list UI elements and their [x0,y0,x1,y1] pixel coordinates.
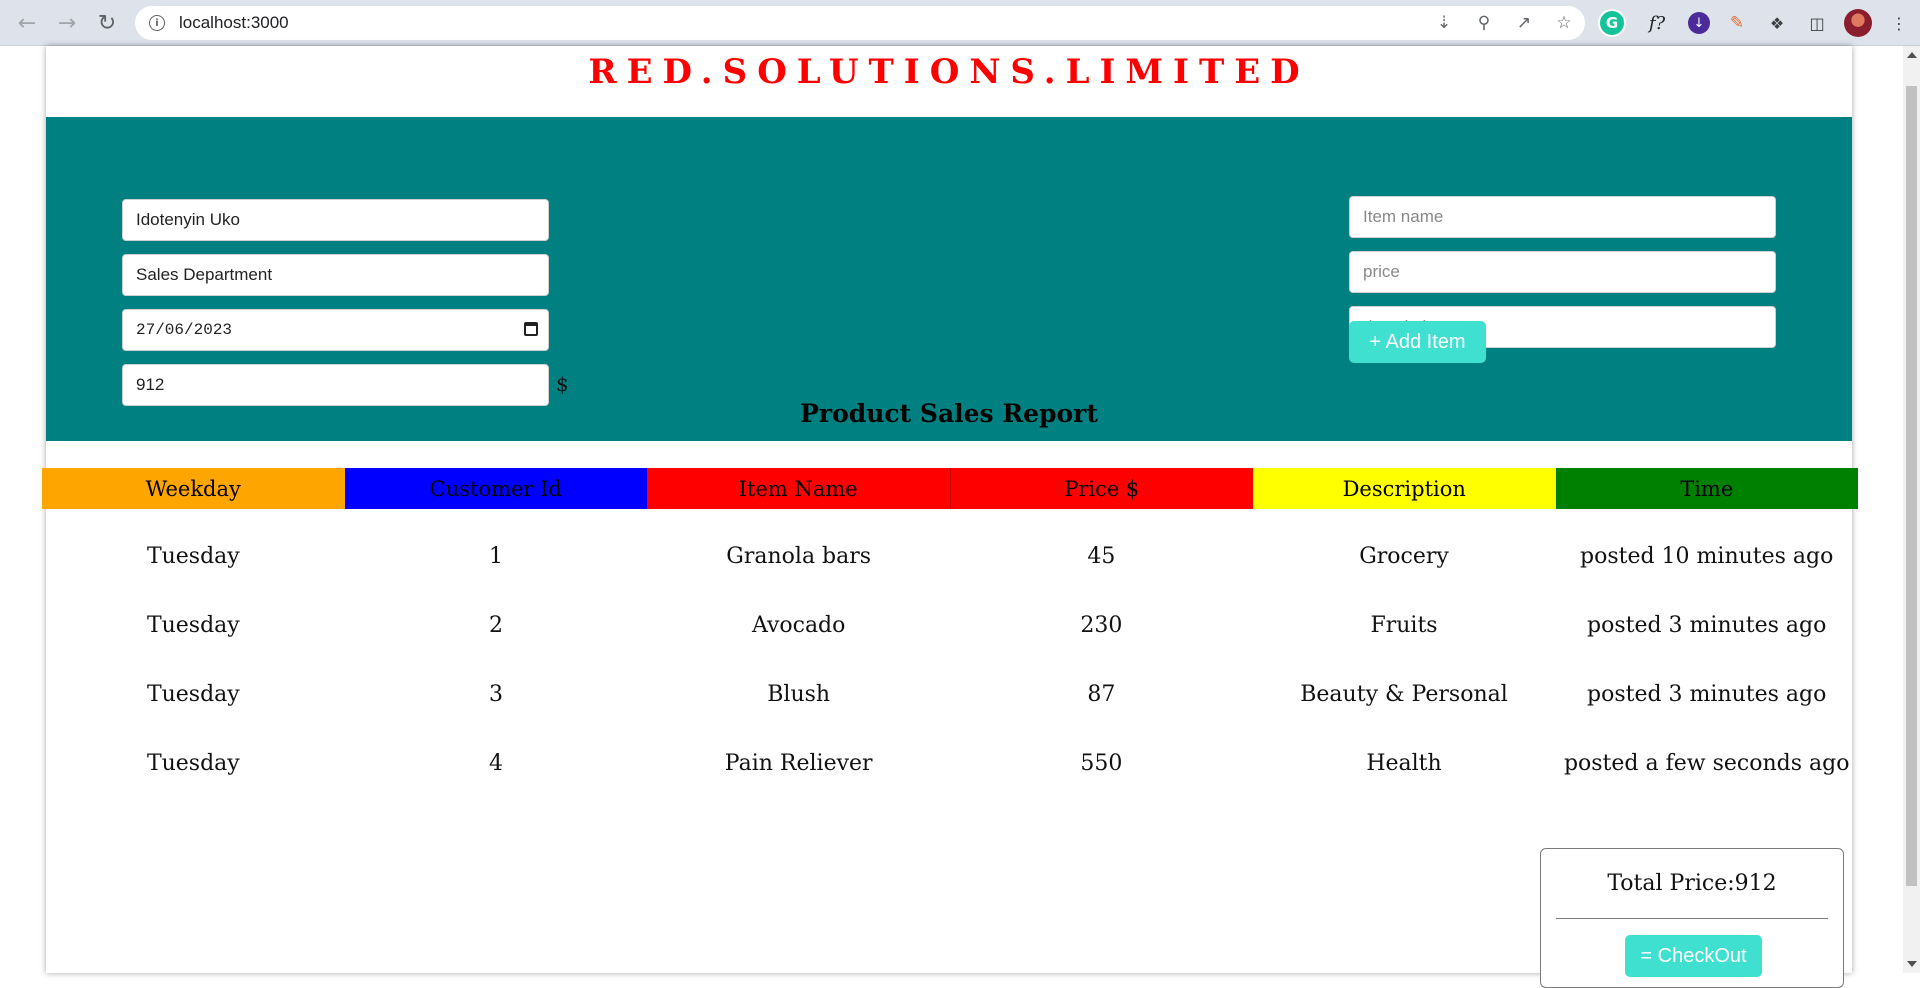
puzzle-icon[interactable]: ❖ [1764,10,1790,36]
calendar-icon[interactable] [524,322,538,336]
side-panel-icon[interactable]: ◫ [1804,10,1830,36]
scrollbar-thumb[interactable] [1906,86,1917,886]
report-title: Product Sales Report [800,399,1098,428]
cell-weekday: Tuesday [146,613,240,638]
fx-icon[interactable]: f? [1640,10,1674,36]
cell-time: posted a few seconds ago [1563,751,1850,776]
total-price-text: Total Price:912 [1607,871,1777,896]
column-header-time: Time [1555,468,1858,509]
brand-title: RED.SOLUTIONS.LIMITED [588,52,1310,92]
checkout-button[interactable]: = CheckOut [1625,935,1762,977]
table-row: Tuesday 1 Granola bars 45 Grocery posted… [42,522,1858,591]
cell-description: Fruits [1370,613,1438,638]
cell-description: Health [1366,751,1442,776]
back-arrow-icon[interactable]: ← [12,8,42,38]
pen-icon[interactable]: ✎ [1724,10,1750,36]
cell-customer-id: 3 [489,682,503,707]
page-scrollbar[interactable] [1903,46,1920,973]
cell-time: posted 3 minutes ago [1587,613,1827,638]
bookmark-star-icon[interactable]: ☆ [1551,10,1577,36]
cell-customer-id: 4 [489,751,503,776]
add-item-button[interactable]: + Add Item [1349,321,1486,363]
url-text[interactable]: localhost:3000 [179,13,289,33]
cell-weekday: Tuesday [146,682,240,707]
column-header-customer-id: Customer Id [344,468,647,509]
scroll-up-arrow-icon[interactable] [1907,52,1917,58]
price-input[interactable] [1349,251,1776,293]
kebab-menu-icon[interactable]: ⋮ [1886,10,1912,36]
cell-weekday: Tuesday [146,544,240,569]
profile-avatar[interactable] [1844,9,1872,37]
table-row: Tuesday 4 Pain Reliever 550 Health poste… [42,729,1858,798]
department-field[interactable] [122,254,549,296]
cell-price: 45 [1087,544,1116,569]
table-row: Tuesday 2 Avocado 230 Fruits posted 3 mi… [42,591,1858,660]
cell-weekday: Tuesday [146,751,240,776]
page-content: RED.SOLUTIONS.LIMITED 27/06/2023 $ + Add… [46,46,1852,973]
table-header: Weekday Customer Id Item Name Price $ De… [42,468,1858,509]
cell-description: Beauty & Personal [1300,682,1508,707]
column-header-weekday: Weekday [42,468,345,509]
zoom-icon[interactable]: ⚲ [1471,10,1497,36]
browser-toolbar: ← → ↻ i localhost:3000 ⇣ ⚲ ↗ ☆ G f? ↓ ✎ … [0,0,1920,46]
cell-time: posted 3 minutes ago [1587,682,1827,707]
address-bar[interactable]: i localhost:3000 ⇣ ⚲ ↗ ☆ [135,6,1585,40]
form-panel: 27/06/2023 $ + Add Item Product Sales Re… [46,117,1852,441]
date-field[interactable]: 27/06/2023 [122,309,549,351]
cell-price: 87 [1087,682,1116,707]
install-app-icon[interactable]: ⇣ [1431,10,1457,36]
cell-price: 550 [1080,751,1123,776]
download-manager-icon[interactable]: ↓ [1688,12,1710,34]
total-summary-card: Total Price:912 = CheckOut [1540,848,1844,988]
column-header-description: Description [1253,468,1556,509]
item-name-input[interactable] [1349,196,1776,238]
cell-customer-id: 2 [489,613,503,638]
cell-customer-id: 1 [489,544,503,569]
cell-price: 230 [1080,613,1123,638]
column-header-price: Price $ [949,468,1253,509]
cell-item-name: Granola bars [726,544,872,569]
cell-description: Grocery [1359,544,1449,569]
scroll-down-arrow-icon[interactable] [1907,961,1917,967]
cell-time: posted 10 minutes ago [1580,544,1834,569]
table-row: Tuesday 3 Blush 87 Beauty & Personal pos… [42,660,1858,729]
cell-item-name: Pain Reliever [724,751,873,776]
share-icon[interactable]: ↗ [1511,10,1537,36]
name-field[interactable] [122,199,549,241]
currency-symbol: $ [556,372,569,396]
grammarly-icon[interactable]: G [1598,9,1626,37]
site-info-icon[interactable]: i [149,15,165,31]
reload-icon[interactable]: ↻ [92,8,122,38]
column-header-item-name: Item Name [647,468,950,509]
cell-item-name: Blush [767,682,831,707]
forward-arrow-icon[interactable]: → [52,8,82,38]
date-value: 27/06/2023 [136,321,233,339]
cell-item-name: Avocado [751,613,846,638]
divider [1556,918,1828,919]
